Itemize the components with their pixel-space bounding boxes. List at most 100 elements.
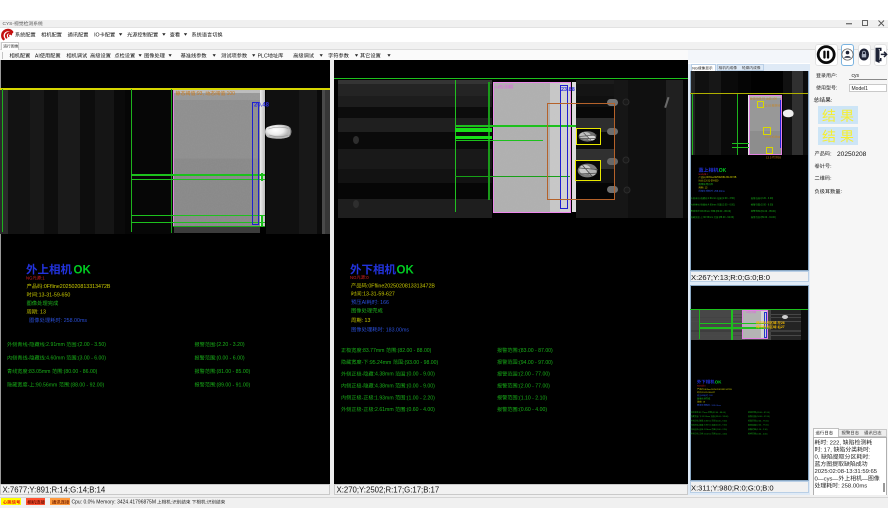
svg-text:—: — [862,476,868,482]
svg-text:-: - [28,382,30,388]
svg-text:NG: NG [692,66,698,70]
svg-text::93: :93 [761,97,765,101]
svg-text::(0.00 - 9.00): :(0.00 - 9.00) [716,425,728,427]
svg-text:-: - [700,198,701,200]
svg-text::13-31-59-627: :13-31-59-627 [362,292,395,298]
svg-text:-: - [28,356,30,362]
svg-text:-: - [362,407,364,413]
svg-text:: 13: : 13 [362,318,371,324]
svg-text::2.61mm: :2.61mm [374,407,394,413]
svg-text::(83.00 - 87.00): :(83.00 - 87.00) [756,412,770,414]
svg-text:: 258.00ms: : 258.00ms [838,484,867,490]
svg-text::0Ffline2025020813313472B: :0Ffline2025020813313472B [367,283,436,289]
svg-text::(89.00 - 91.00): :(89.00 - 91.00) [760,217,776,219]
svg-text::(3.00 - 6.00): :(3.00 - 6.00) [77,356,107,362]
svg-text::83.77mm: :83.77mm [362,348,385,354]
svg-text::(1.10 - 2.10): :(1.10 - 2.10) [518,395,548,401]
svg-text::(2.00 - 77.00): :(2.00 - 77.00) [518,372,551,378]
svg-text::(0.00 - 9.00): :(0.00 - 9.00) [405,384,435,390]
svg-text:: 166: : 166 [377,300,389,306]
svg-text:X:270;Y:2502;R:17;G:17;B:17: X:270;Y:2502;R:17;G:17;B:17 [337,486,440,495]
svg-text::13-31-59-650: :13-31-59-650 [703,180,719,183]
svg-text::: : [836,73,837,79]
svg-text::: : [868,455,870,461]
svg-text::4.60mm: :4.60mm [45,356,65,362]
svg-text::(93.00 - 98.00): :(93.00 - 98.00) [715,416,729,418]
svg-text::(1.10 - 2.10): :(1.10 - 2.10) [756,429,768,431]
svg-text::(2.00 - 3.50): :(2.00 - 3.50) [77,342,107,348]
svg-text::(80.00 - 86.00): :(80.00 - 86.00) [715,211,731,213]
svg-text:NG: NG [699,174,703,176]
svg-text::(93.00 - 98.00): :(93.00 - 98.00) [403,360,438,366]
svg-text::(82.00 - 88.00): :(82.00 - 88.00) [712,412,726,414]
svg-text:: 13: : 13 [701,402,705,404]
svg-text:20250208: 20250208 [837,151,867,158]
svg-text:AI: AI [362,300,367,306]
svg-text::1: :1 [41,275,45,280]
svg-text::(89.00 - 91.00): :(89.00 - 91.00) [215,382,250,388]
svg-text:OK: OK [397,265,415,277]
svg-text:: 13: : 13 [703,186,708,189]
svg-text::90.56mm: :90.56mm [34,382,57,388]
svg-text::: : [206,500,207,505]
svg-text:PLC: PLC [258,53,268,59]
svg-text::0Ffline2025020813313472B: :0Ffline2025020813313472B [42,284,111,290]
svg-text:X:7677;Y:891;R:14;G:14;B:14: X:7677;Y:891;R:14;G:14;B:14 [3,486,106,495]
svg-text::(0.00 - 9.00): :(0.00 - 9.00) [716,420,728,422]
svg-text:OK: OK [715,379,722,384]
svg-text::4.38mm: :4.38mm [374,384,394,390]
svg-text::(2.00 - 77.00): :(2.00 - 77.00) [518,384,551,390]
svg-text::(94.00 - 97.00): :(94.00 - 97.00) [518,360,553,366]
svg-text:CYS-: CYS- [3,21,15,27]
svg-text::4.60mm: :4.60mm [707,205,716,207]
svg-text::95.24mm: :95.24mm [368,360,391,366]
svg-text::(2.00 - 77.00): :(2.00 - 77.00) [756,420,769,422]
svg-text:0—cys—: 0—cys— [815,476,839,482]
svg-text::100: :100 [771,97,777,101]
svg-text::(2.00 - 77.00): :(2.00 - 77.00) [756,425,769,427]
svg-text::: : [841,189,842,195]
svg-text:13.01: 13.01 [765,135,772,139]
svg-text::(0.60 - 4.00): :(0.60 - 4.00) [716,433,728,435]
svg-text::4.38mm: :4.38mm [374,372,394,378]
svg-text::(2.00 - 3.50): :(2.00 - 3.50) [722,198,735,200]
svg-text::: : [171,500,172,505]
svg-text:2025:02:08-13:31:59:65: 2025:02:08-13:31:59:65 [815,469,878,475]
svg-text:AI: AI [701,394,703,397]
svg-text::83.05mm: :83.05mm [700,211,710,213]
svg-text::(80.00 - 86.00): :(80.00 - 86.00) [62,369,97,375]
svg-text:-: - [700,205,701,207]
svg-text::(0.00 - 6.00): :(0.00 - 6.00) [215,356,245,362]
svg-text:X:267;Y:13;R:0;G:0;B:0: X:267;Y:13;R:0;G:0;B:0 [691,273,770,282]
svg-text::: : [776,325,777,329]
svg-text:AI: AI [495,85,500,91]
svg-text:cys: cys [852,73,860,79]
svg-text::13-31-59-650: :13-31-59-650 [37,292,70,298]
svg-text::2.91mm: :2.91mm [45,342,65,348]
svg-text::(2.20 - 3.20): :(2.20 - 3.20) [760,198,773,200]
svg-text::13-31-59-627: :13-31-59-627 [701,392,716,394]
svg-text::100: :100 [225,91,235,97]
svg-text:: 183.00ms: : 183.00ms [710,405,722,407]
svg-text::: : [831,98,833,104]
svg-text::95.24mm: :95.24mm [701,416,710,418]
svg-text::1.93mm: :1.93mm [703,429,711,431]
svg-text:12.01: 12.01 [765,104,772,108]
svg-text::4.38mm: :4.38mm [703,425,711,427]
svg-text:23.88: 23.88 [561,87,575,93]
svg-text:20.48: 20.48 [254,103,270,109]
svg-text:: 222,: : 222, [826,440,841,446]
svg-text::(2.20 - 3.20): :(2.20 - 3.20) [215,342,245,348]
svg-text::(0.00 - 6.00): :(0.00 - 6.00) [760,205,773,207]
svg-text:-: - [28,342,30,348]
svg-text::(82.00 - 88.00): :(82.00 - 88.00) [396,348,431,354]
svg-text::93,: :93, [196,91,204,97]
svg-text::0: :0 [365,275,369,280]
svg-text::: : [836,86,837,92]
svg-text::83.05mm: :83.05mm [28,369,51,375]
svg-text:X:311;Y:980;R:0;G:0;B:0: X:311;Y:980;R:0;G:0;B:0 [691,483,774,492]
svg-text:-: - [699,416,700,418]
svg-text::: : [830,164,831,170]
svg-text::(1.00 - 2.20): :(1.00 - 2.20) [716,429,728,431]
svg-text::2.91mm: :2.91mm [707,198,716,200]
